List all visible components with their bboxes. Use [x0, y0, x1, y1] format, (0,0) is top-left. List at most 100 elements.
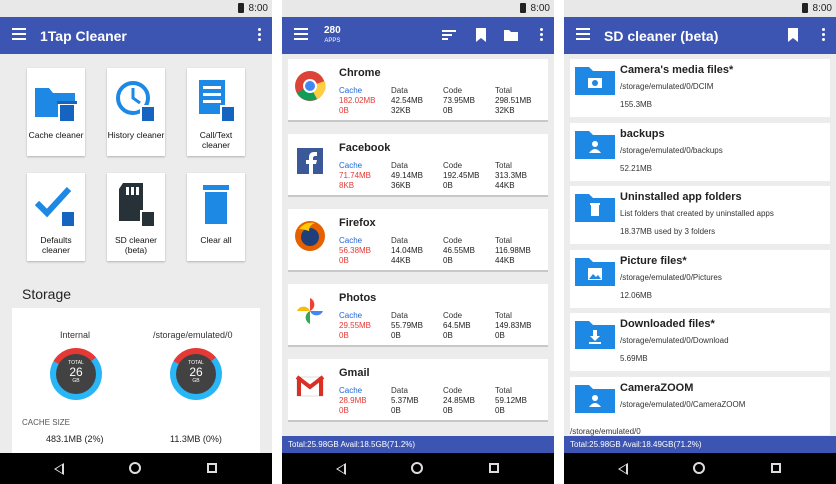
folder-name: Camera's media files* [620, 64, 734, 76]
tile-clear-all[interactable]: Clear all [187, 173, 245, 261]
app-name: Gmail [339, 367, 370, 379]
camera-folder-icon [575, 67, 615, 95]
check-trash-icon [34, 186, 76, 228]
bookmark-icon[interactable] [474, 28, 488, 42]
total-value: 298.51MB [495, 96, 532, 105]
cache-column: Cache 56.38MB 0B [339, 236, 371, 266]
storage-card: Internal /storage/emulated/0 TOTAL 26 GB… [12, 308, 260, 458]
total-header: Total [495, 386, 512, 395]
bookmark-icon[interactable] [786, 28, 800, 42]
more-options-icon[interactable] [540, 28, 544, 43]
tile-defaults-cleaner[interactable]: Defaults cleaner [27, 173, 85, 261]
cache-header: Cache [339, 161, 363, 170]
sd-folder-row[interactable]: Picture files* /storage/emulated/0/Pictur… [570, 249, 830, 308]
menu-icon[interactable] [294, 28, 308, 43]
external-storage-donut: TOTAL 26 GB [170, 348, 222, 400]
sd-cleaner-title: SD cleaner (beta) [604, 28, 719, 44]
code-column: Code 24.85MB 0B [443, 386, 475, 416]
data-value-2: 32KB [391, 106, 411, 115]
folder-name: backups [620, 127, 665, 140]
status-time: 8:00 [812, 3, 832, 14]
recents-icon[interactable] [771, 463, 781, 473]
data-column: Data 55.79MB 0B [391, 311, 423, 341]
total-column: Total 149.83MB 0B [495, 311, 531, 341]
app-bar: 280 APPS [282, 17, 554, 54]
cache-column: Cache 182.02MB 0B [339, 86, 375, 116]
data-column: Data 42.54MB 32KB [391, 86, 423, 116]
home-icon[interactable] [129, 462, 141, 474]
app-count-value: 280 [324, 25, 341, 36]
tile-history-cleaner[interactable]: History cleaner [107, 68, 165, 156]
sd-folder-row[interactable]: CameraZOOM/storage/emulated/0/CameraZOOM [570, 376, 830, 435]
code-header: Code [443, 86, 463, 95]
tile-label: Call/Text cleaner [199, 130, 233, 150]
sd-folder-row[interactable]: Uninstalled app folders List folders that… [570, 186, 830, 244]
back-icon[interactable] [618, 463, 628, 475]
code-column: Code 64.5MB 0B [443, 311, 471, 341]
more-options-icon[interactable] [822, 28, 826, 43]
folder-settings-icon[interactable] [504, 28, 518, 42]
sd-folder-row[interactable]: Downloaded files* /storage/emulated/0/Dow… [570, 313, 830, 371]
code-column: Code 73.95MB 0B [443, 86, 475, 116]
code-header: Code [443, 236, 463, 245]
sd-folder-row[interactable]: backups/storage/emulated/0/backups 52.21M… [570, 122, 830, 181]
sd-folder-row[interactable]: Camera's media files* /storage/emulated/0… [570, 59, 830, 117]
chrome-logo-icon [295, 71, 326, 101]
tile-cache-cleaner[interactable]: Cache cleaner [27, 68, 85, 156]
cache-header: Cache [339, 311, 363, 320]
back-icon[interactable] [336, 463, 346, 475]
home-icon[interactable] [411, 462, 423, 474]
battery-icon [520, 3, 526, 13]
recents-icon[interactable] [207, 463, 217, 473]
app-name: Chrome [339, 67, 381, 79]
total-value-2: 0B [495, 331, 505, 340]
recents-icon[interactable] [489, 463, 499, 473]
folder-size: 52.21MB [620, 163, 653, 173]
data-value-2: 0B [391, 406, 401, 415]
data-header: Data [391, 236, 408, 245]
sort-icon[interactable] [442, 28, 456, 42]
app-card[interactable]: Facebook Cache 71.74MB 8KB Data 49.14MB 36KB Co… [288, 134, 548, 197]
data-header: Data [391, 161, 408, 170]
more-options-icon[interactable] [258, 28, 262, 43]
tile-label: Defaults cleaner [40, 235, 72, 255]
app-card[interactable]: Photos Cache 29.55MB 0B Data 55.79MB 0B Code 64.… [288, 284, 548, 347]
code-value-2: 0B [443, 406, 453, 415]
folder-size: 12.06MB [620, 290, 653, 300]
download-folder-icon [575, 321, 615, 349]
menu-icon[interactable] [576, 28, 590, 43]
app-card[interactable]: Gmail Cache 28.9MB 0B Data 5.37MB 0B Code 24.85M… [288, 359, 548, 422]
screen-app-list: 8:00 280 APPS Chrome Cache 182.02MB 0B Data 4… [282, 0, 554, 484]
app-card[interactable]: Chrome Cache 182.02MB 0B Data 42.54MB 32KB Code… [288, 59, 548, 122]
donut-unit: GB [72, 378, 80, 384]
status-time: 8:00 [248, 3, 268, 14]
battery-icon [238, 3, 244, 13]
total-value: 149.83MB [495, 321, 532, 330]
code-header: Code [443, 386, 463, 395]
code-column: Code 46.55MB 0B [443, 236, 475, 266]
status-bar: 8:00 [282, 0, 554, 17]
status-bar: 8:00 [564, 0, 836, 17]
total-value-2: 44KB [495, 181, 515, 190]
total-value-2: 0B [495, 406, 505, 415]
back-icon[interactable] [54, 463, 64, 475]
app-count-label: APPS [324, 38, 341, 44]
internal-label: Internal [60, 330, 91, 340]
home-icon[interactable] [693, 462, 705, 474]
data-value: 14.04MB [391, 246, 424, 255]
facebook-logo-icon [297, 148, 323, 174]
tile-label: SD cleaner (beta) [114, 235, 158, 255]
tile-sd-cleaner[interactable]: SD cleaner (beta) [107, 173, 165, 261]
folder-name: Uninstalled app folders [620, 191, 742, 203]
folder-path: /storage/emulated/0/Pictures [620, 272, 722, 282]
menu-icon[interactable] [12, 28, 26, 43]
person-folder-icon [575, 384, 615, 413]
tile-call-text-cleaner[interactable]: Call/Text cleaner [187, 68, 245, 156]
nav-bar [564, 453, 836, 484]
data-value-2: 0B [391, 331, 401, 340]
photos-logo-icon [297, 298, 323, 324]
app-card[interactable]: Firefox Cache 56.38MB 0B Data 14.04MB 44KB Code… [288, 209, 548, 272]
cache-value-2: 0B [339, 256, 349, 265]
total-header: Total [495, 161, 512, 170]
internal-storage-donut: TOTAL 26 GB [50, 348, 102, 400]
